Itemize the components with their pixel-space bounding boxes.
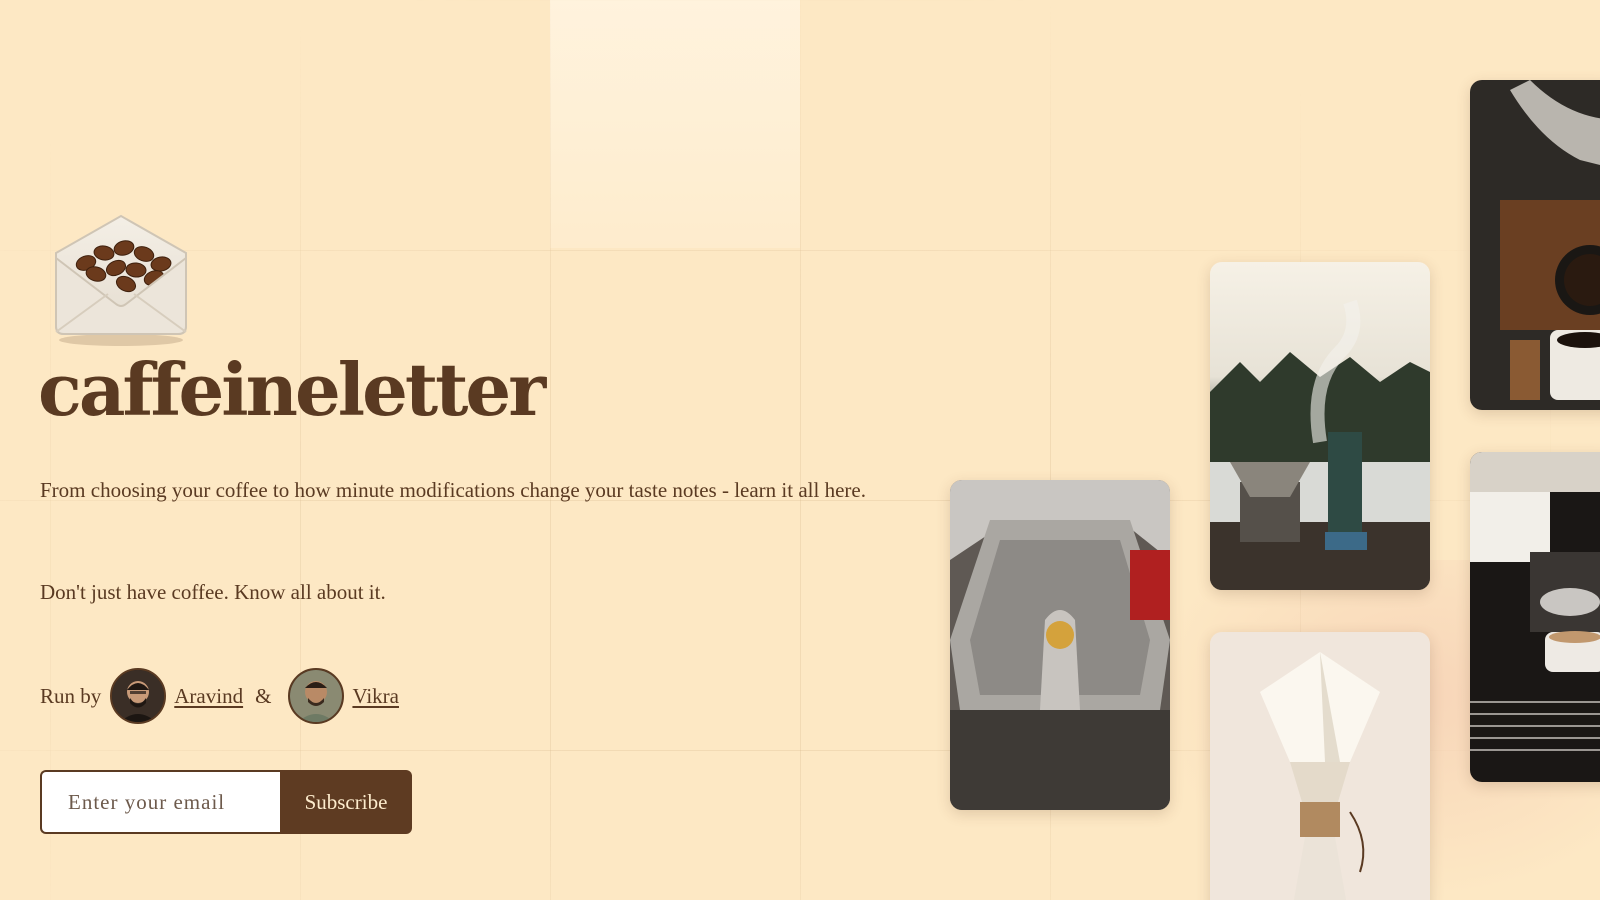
- camping-stove-coffee-photo: [1210, 262, 1430, 590]
- envelope-coffee-beans-icon: [46, 208, 196, 348]
- hero-tagline: Don't just have coffee. Know all about i…: [40, 580, 386, 604]
- pour-over-kettle-photo: [1470, 80, 1600, 410]
- email-input[interactable]: [40, 770, 280, 834]
- espresso-machine-photo: [1470, 452, 1600, 782]
- author-link-vikra[interactable]: Vikra: [352, 684, 399, 709]
- author-link-aravind[interactable]: Aravind: [174, 684, 243, 709]
- subscribe-button[interactable]: Subscribe: [280, 770, 412, 834]
- subscribe-form: Subscribe: [40, 770, 412, 834]
- avatar-aravind[interactable]: [110, 668, 167, 724]
- background-highlight: [550, 0, 800, 248]
- authors-separator: &: [255, 683, 272, 708]
- authors-prefix: Run by: [40, 683, 102, 708]
- moka-pot-photo: [950, 480, 1170, 810]
- chemex-filter-photo: [1210, 632, 1430, 900]
- page-title: caffeineletter: [38, 347, 546, 432]
- avatar-vikra[interactable]: [288, 668, 345, 724]
- authors-line: Run by Aravind & Vikra: [40, 668, 399, 724]
- hero-description: From choosing your coffee to how minute …: [40, 478, 866, 502]
